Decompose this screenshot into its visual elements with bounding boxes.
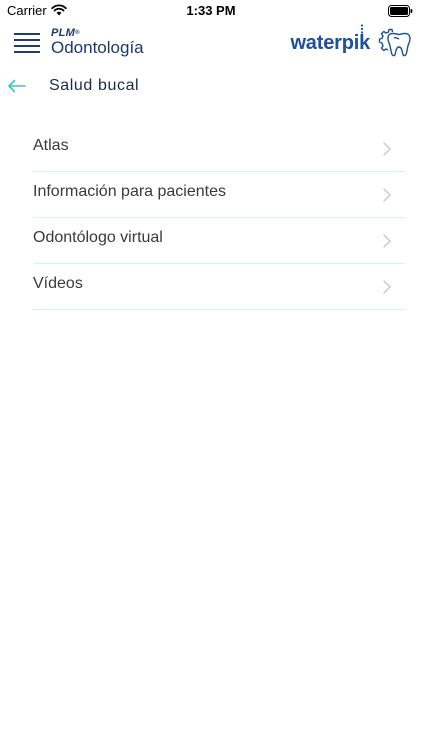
status-bar: Carrier 1:33 PM [0, 0, 422, 22]
tooth-gear-icon [378, 28, 411, 57]
plm-odontologia-logo: PLM® Odontología [51, 28, 144, 57]
page-title: Salud bucal [49, 77, 140, 94]
salud-bucal-menu: Atlas Información para pacientes Odontól… [33, 126, 405, 310]
app-header: PLM® Odontología waterpik [0, 22, 422, 62]
chevron-right-icon [383, 188, 391, 202]
chevron-right-icon [383, 234, 391, 248]
list-item-label: Vídeos [33, 275, 83, 292]
waterpik-logo: waterpik [290, 32, 370, 54]
list-item-label: Odontólogo virtual [33, 229, 163, 246]
list-item-videos[interactable]: Vídeos [33, 264, 405, 310]
brand-name: Odontología [51, 38, 144, 57]
status-time: 1:33 PM [186, 3, 236, 18]
back-arrow-icon[interactable] [7, 78, 27, 94]
chevron-right-icon [383, 280, 391, 294]
hamburger-menu-icon[interactable] [14, 33, 40, 53]
list-item-label: Atlas [33, 137, 69, 154]
list-item-informacion-pacientes[interactable]: Información para pacientes [33, 172, 405, 218]
battery-icon [388, 5, 413, 17]
list-item-atlas[interactable]: Atlas [33, 126, 405, 172]
list-item-label: Información para pacientes [33, 183, 226, 200]
section-bar: Salud bucal [0, 72, 422, 104]
list-item-odontologo-virtual[interactable]: Odontólogo virtual [33, 218, 405, 264]
chevron-right-icon [383, 142, 391, 156]
